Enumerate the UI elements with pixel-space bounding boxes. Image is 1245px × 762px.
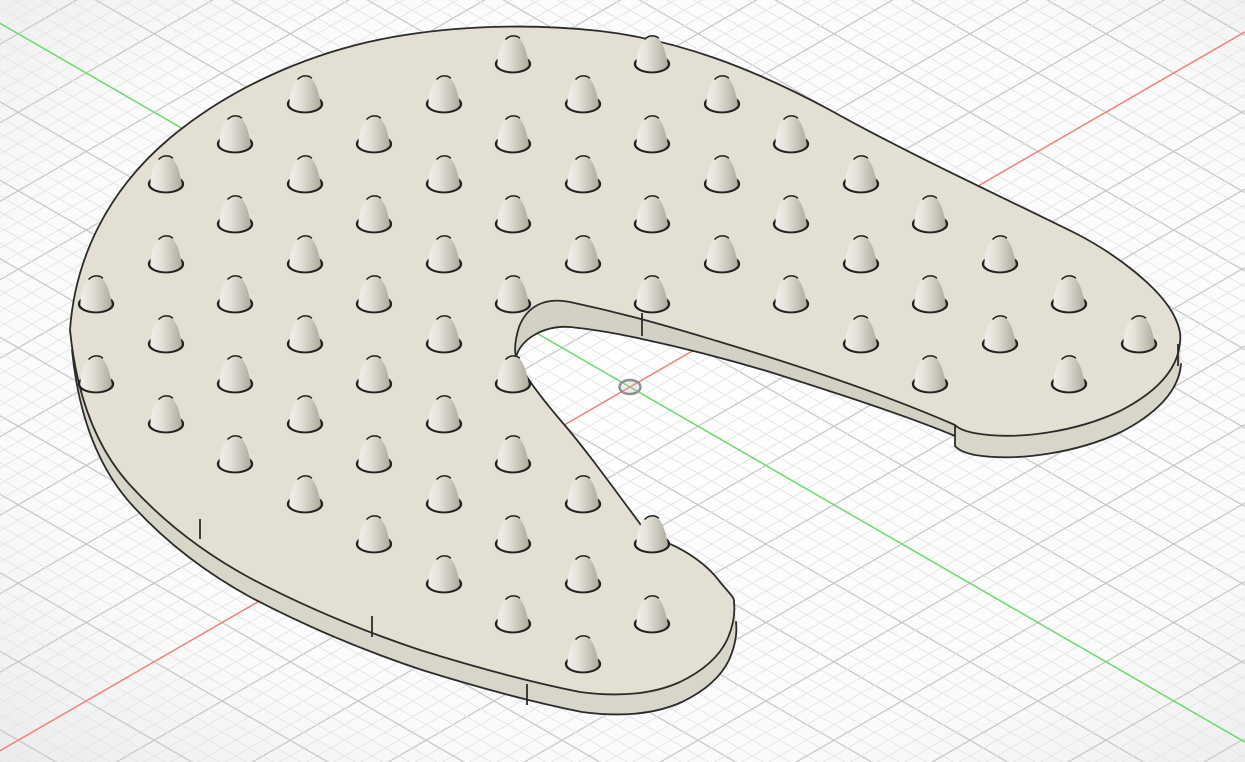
origin-marker: [620, 380, 641, 394]
viewport-canvas[interactable]: [0, 0, 1245, 762]
origin-marker-ring: [620, 380, 641, 394]
cad-viewport[interactable]: [0, 0, 1245, 762]
